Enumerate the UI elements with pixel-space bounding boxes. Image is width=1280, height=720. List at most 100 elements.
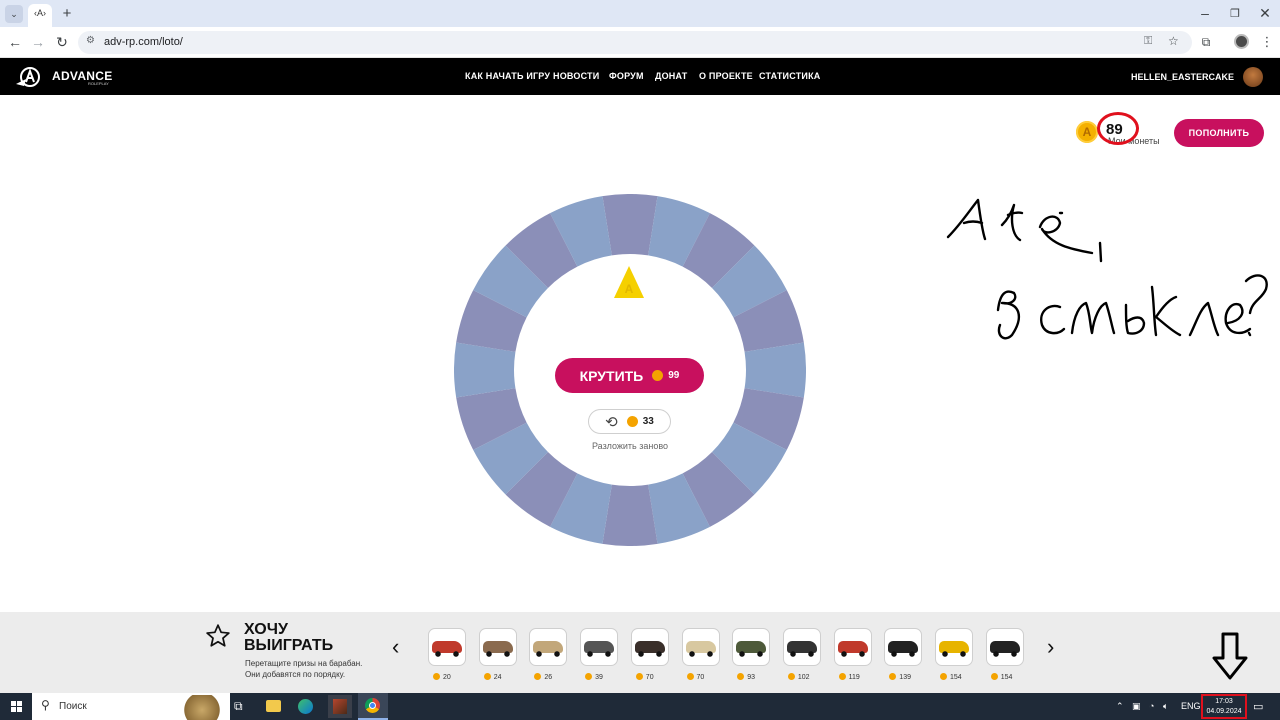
wifi-icon[interactable]: ◔ [1149,701,1154,711]
star-icon[interactable] [205,623,231,649]
spin-label: КРУТИТЬ [579,367,644,384]
prize-price: 139 [889,673,911,681]
coin-icon [534,673,542,680]
taskbar-search-placeholder: Поиск [59,701,87,712]
wishlist-desc-line1: Перетащите призы на барабан. [245,659,363,668]
chevron-right-icon[interactable]: › [1047,634,1054,660]
forward-icon[interactable]: → [29,33,47,51]
prize-price: 102 [787,673,810,681]
favicon-icon: ‹A› [34,8,46,18]
profile-avatar[interactable] [1234,34,1249,49]
reshuffle-button[interactable]: ⟲ 33 [588,409,671,434]
spin-price: 99 [668,370,680,381]
address-bar[interactable]: ⚙ adv-rp.com/loto/ ⚿ ☆ [78,31,1192,54]
username[interactable]: HELLEN_EASTERCAKE [1131,72,1234,82]
prize-price: 39 [585,673,603,681]
buggy-icon [584,641,615,657]
coin-icon [787,673,795,680]
prize-item[interactable] [478,628,517,666]
site-info-icon[interactable]: ⚙ [86,35,95,46]
nav-how-to-start[interactable]: КАК НАЧАТЬ ИГРУ [465,71,550,81]
taskbar-clock[interactable]: 17:03 04.09.2024 [1201,694,1247,719]
app-icon[interactable] [328,695,352,718]
notifications-icon[interactable]: ▭ [1253,700,1263,713]
prize-price: 26 [534,673,552,681]
taskbar-search[interactable]: ⚲ Поиск [32,693,230,720]
sedan-icon [533,641,564,657]
nav-news[interactable]: НОВОСТИ [553,71,599,81]
prize-item[interactable] [935,628,973,666]
prize-item[interactable] [782,628,821,666]
topup-button[interactable]: ПОПОЛНИТЬ [1174,119,1264,147]
user-avatar[interactable] [1243,67,1263,87]
coin-icon [686,673,694,680]
chevron-left-icon[interactable]: ‹ [392,634,399,660]
bookmark-star-icon[interactable]: ☆ [1168,34,1179,48]
active-tab[interactable]: ‹A› [28,4,52,27]
search-icon: ⚲ [41,698,50,712]
edge-icon[interactable] [298,699,313,714]
tray-chevron-up-icon[interactable]: ⌃ [1116,701,1124,712]
prize-item[interactable] [681,628,720,666]
reload-icon[interactable]: ↻ [53,33,71,51]
close-icon[interactable]: ✕ [1256,4,1274,22]
file-explorer-icon[interactable] [266,700,281,712]
prize-item[interactable] [428,628,466,666]
prize-price: 70 [686,673,704,681]
menu-dots-icon[interactable]: ⋮ [1258,33,1276,51]
wishlist-title: ХОЧУ ВЫИГРАТЬ [244,622,333,654]
spin-button[interactable]: КРУТИТЬ 99 [555,358,704,393]
password-key-icon[interactable]: ⚿ [1144,35,1152,48]
tab-search-button[interactable]: ⌄ [5,5,23,23]
coin-icon [990,673,998,680]
browser-tabstrip: ⌄ ‹A› + – ❐ ✕ [0,0,1280,27]
coin-icon [635,673,643,680]
prize-item[interactable] [732,628,771,666]
language-indicator[interactable]: ENG [1181,701,1201,711]
minimize-icon[interactable]: – [1196,4,1214,22]
browser-toolbar: ← → ↻ ⚙ adv-rp.com/loto/ ⚿ ☆ ⧉ ⋮ [0,27,1280,58]
nav-donate[interactable]: ДОНАТ [655,71,687,81]
volume-icon[interactable]: 🔈︎ [1163,701,1168,712]
coin-icon [433,673,440,680]
windows-start-icon[interactable] [11,701,22,712]
wheel-segment [602,484,658,546]
wishlist-description: Перетащите призы на барабан. Они добавят… [245,658,362,680]
prize-item[interactable] [985,628,1024,666]
reshuffle-label: Разложить заново [591,441,669,451]
nav-statistics[interactable]: СТАТИСТИКА [759,71,820,81]
prize-item[interactable] [833,628,872,666]
prize-item[interactable] [884,628,923,666]
military-truck-icon [736,641,767,657]
url-text: adv-rp.com/loto/ [104,36,183,48]
prize-item[interactable] [630,628,669,666]
prize-price: 119 [838,673,860,681]
nav-about[interactable]: О ПРОЕКТЕ [699,71,753,81]
coin-icon [838,673,846,680]
wheel-segment [602,194,658,256]
restore-icon[interactable]: ❐ [1226,4,1244,22]
reshuffle-price: 33 [642,416,654,427]
down-arrow-annotation [1212,632,1248,680]
van-icon [482,641,513,657]
go-kart-icon [432,641,462,657]
new-tab-button[interactable]: + [58,4,76,22]
logo-subtext: ROLEPLAY [88,81,109,86]
yellow-supercar-icon [939,641,969,657]
nav-forum[interactable]: ФОРУМ [609,71,644,81]
chrome-taskbar-icon[interactable] [358,693,388,720]
jeep-icon [786,641,817,657]
back-icon[interactable]: ← [6,33,24,51]
task-view-icon[interactable]: ⧉ [234,699,243,714]
tray-meet-icon[interactable]: ▣ [1132,701,1141,712]
wheel-segment [744,342,806,398]
advance-logo-icon[interactable] [16,66,48,88]
prize-price: 20 [433,673,451,681]
shuffle-icon: ⟲ [605,413,618,431]
extensions-icon[interactable]: ⧉ [1197,33,1215,51]
prize-price: 154 [940,673,962,681]
black-supercar-icon [989,641,1020,657]
coin-icon [737,673,745,680]
prize-item[interactable] [529,628,568,666]
prize-item[interactable] [580,628,619,666]
